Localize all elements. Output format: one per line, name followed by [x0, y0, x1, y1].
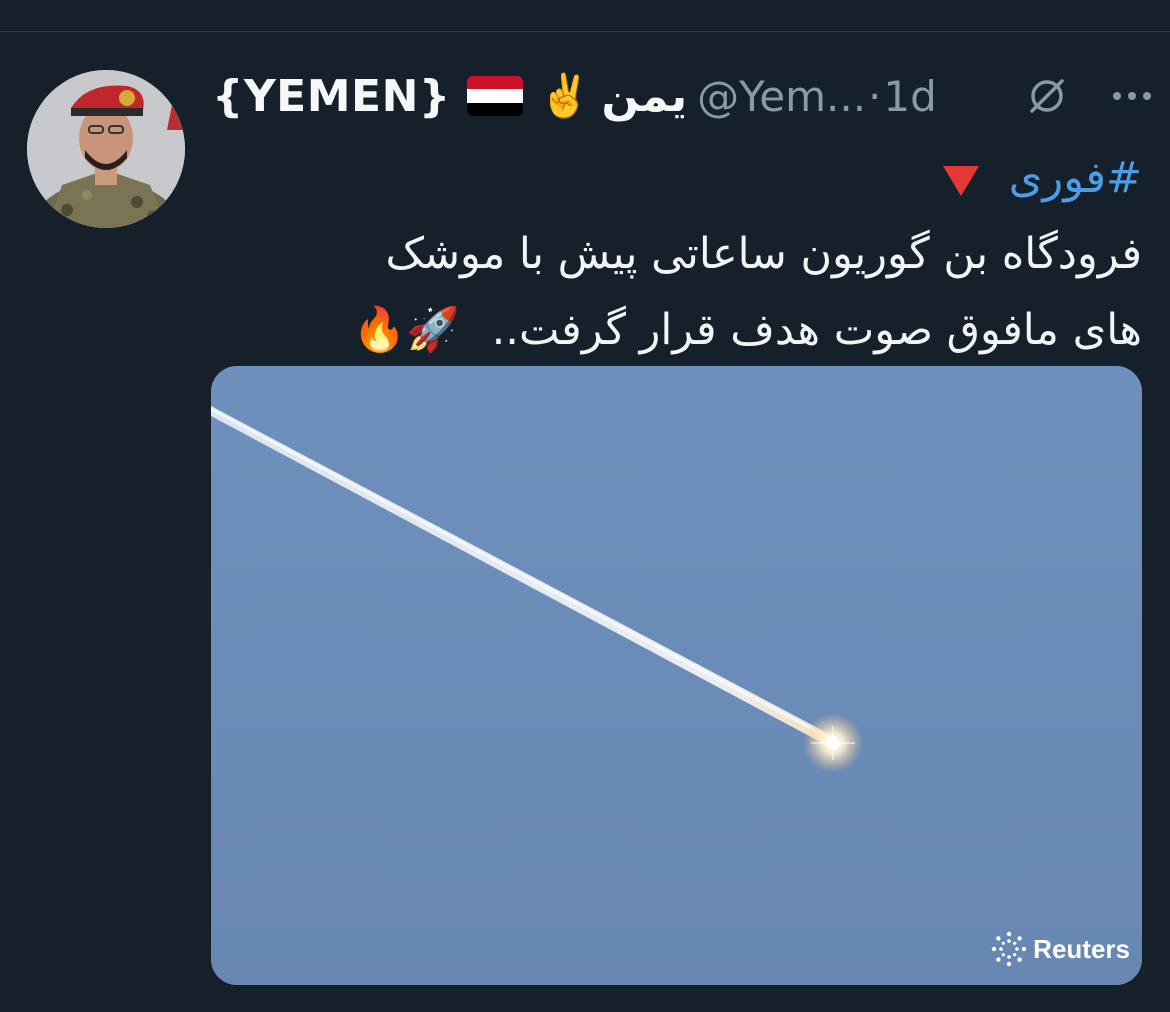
tweet-line-2-text: های مافوق صوت هدف قرار گرفت..	[491, 305, 1142, 355]
tweet-media-image[interactable]: Reuters	[211, 366, 1142, 985]
display-name[interactable]: {YEMEN} ✌️ يمن	[212, 71, 687, 122]
media-credit-text: Reuters	[1033, 933, 1130, 964]
handle[interactable]: @Yem...	[697, 72, 866, 121]
header-actions	[1026, 66, 1152, 126]
hashtag-link[interactable]: #فوری	[1009, 153, 1142, 203]
tweet[interactable]: {YEMEN} ✌️ يمن @Yem... · 1d #فوری فرودگا…	[0, 0, 1170, 1012]
tweet-line-1: فرودگاه بن گوریون ساعاتی پیش با موشک	[385, 229, 1142, 279]
flag-yemen-icon	[466, 76, 523, 116]
tweet-line-2: های مافوق صوت هدف قرار گرفت.. 🚀🔥	[242, 292, 1142, 368]
tweet-text: #فوری فرودگاه بن گوریون ساعاتی پیش با مو…	[242, 140, 1142, 368]
rocket-fire-emoji: 🚀🔥	[352, 305, 460, 355]
reuters-logo-icon	[991, 931, 1027, 967]
grok-slash-icon[interactable]	[1026, 75, 1068, 117]
peace-hand-icon: ✌️	[538, 71, 592, 120]
avatar[interactable]	[27, 70, 185, 228]
avatar-image	[27, 70, 185, 228]
timestamp[interactable]: 1d	[883, 72, 936, 121]
more-dots-icon[interactable]	[1112, 90, 1152, 102]
media-credit: Reuters	[991, 931, 1130, 967]
tweet-line-hashtag: #فوری	[242, 140, 1142, 216]
red-triangle-icon	[943, 165, 980, 196]
tweet-header: {YEMEN} ✌️ يمن @Yem... · 1d	[212, 66, 1152, 126]
separator: ·	[868, 71, 882, 121]
display-name-arabic: يمن	[601, 70, 688, 122]
missile-photo	[211, 366, 1142, 985]
display-name-text: {YEMEN}	[212, 70, 451, 122]
